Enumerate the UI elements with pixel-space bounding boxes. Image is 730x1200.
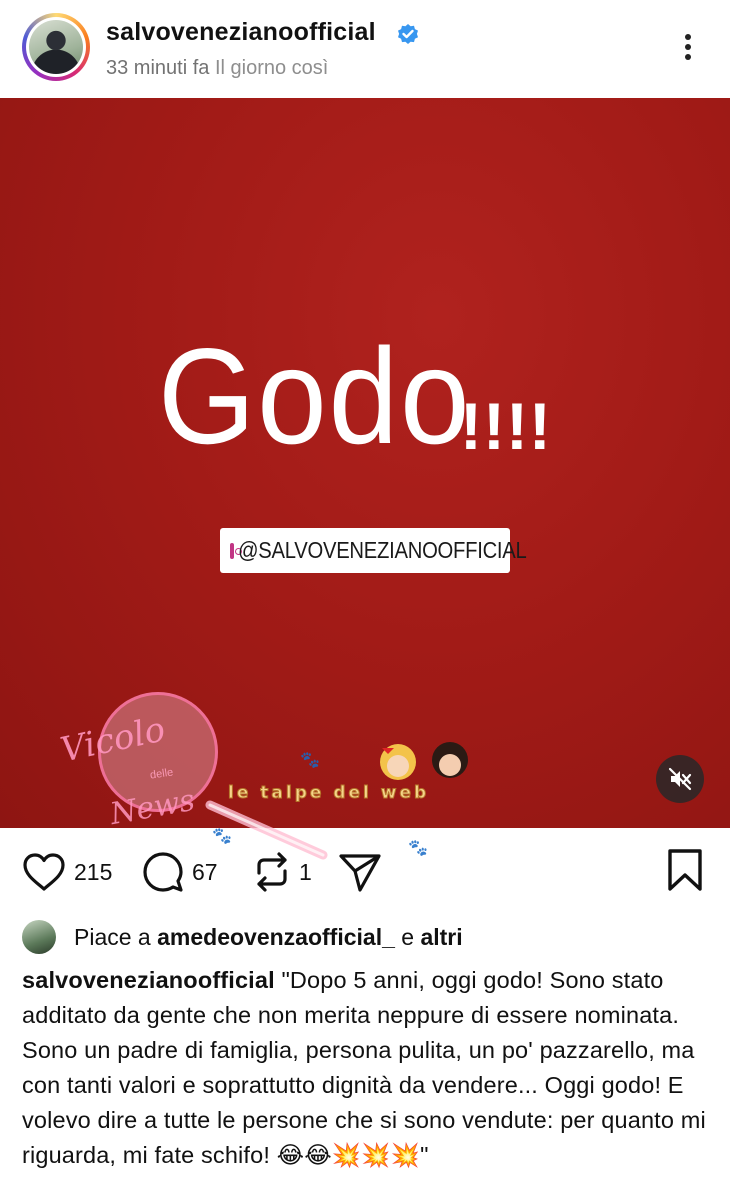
caption-author[interactable]: salvovenezianoofficial xyxy=(22,967,275,993)
repost-icon xyxy=(257,852,287,892)
more-options-icon[interactable] xyxy=(670,30,706,70)
bookmark-icon xyxy=(668,849,702,891)
verified-badge-icon xyxy=(398,24,418,44)
liker-username[interactable]: amedeovenzaofficial_ xyxy=(157,924,395,950)
instagram-icon xyxy=(230,542,242,559)
user-tag-sticker[interactable]: @SALVOVENEZIANOOFFICIAL xyxy=(220,528,527,573)
save-button[interactable] xyxy=(666,848,704,897)
story-ring-avatar[interactable] xyxy=(22,13,90,81)
caption-text: "Dopo 5 anni, oggi godo! Sono stato addi… xyxy=(22,967,706,1168)
speaker-muted-icon xyxy=(668,767,692,791)
share-button[interactable] xyxy=(338,850,382,894)
likes-summary-text: Piace a amedeovenzaofficial_ e altri xyxy=(74,924,463,951)
post-subtitle: 33 minuti fa Il giorno così xyxy=(106,57,328,80)
watermark-cartoon-faces-icon xyxy=(380,742,468,780)
post-actions-bar: 215 67 1 xyxy=(0,828,730,908)
liker-avatar xyxy=(22,920,56,954)
post-exclamations-text: !!!! xyxy=(460,389,552,463)
user-tag-text: @SALVOVENEZIANOOFFICIAL xyxy=(238,537,527,563)
username[interactable]: salvovenezianoofficial xyxy=(106,18,376,47)
likes-prefix: Piace a xyxy=(74,923,151,950)
post-header: salvovenezianoofficial 33 minuti fa Il g… xyxy=(0,0,730,98)
post-headline-text: Godo xyxy=(158,320,472,472)
heart-icon xyxy=(23,853,65,891)
comment-button[interactable]: 67 xyxy=(142,850,218,894)
repost-button[interactable]: 1 xyxy=(253,850,312,894)
comment-bubble-icon xyxy=(143,852,183,892)
comment-count[interactable]: 67 xyxy=(192,859,218,886)
likes-connector: e xyxy=(401,923,415,950)
likes-summary[interactable]: Piace a amedeovenzaofficial_ e altri xyxy=(22,918,712,956)
like-button[interactable]: 215 xyxy=(22,850,112,894)
post-timestamp: 33 minuti fa xyxy=(106,57,210,79)
paw-icon: 🐾 xyxy=(300,752,320,769)
likes-others-link[interactable]: altri xyxy=(420,924,462,950)
mute-toggle-button[interactable] xyxy=(656,755,704,803)
post-caption: salvovenezianoofficial "Dopo 5 anni, ogg… xyxy=(22,963,712,1173)
avatar xyxy=(29,20,83,74)
repost-count[interactable]: 1 xyxy=(299,859,312,886)
post-caption-preview: Il giorno così xyxy=(214,57,329,79)
send-paper-plane-icon xyxy=(339,854,381,892)
like-count[interactable]: 215 xyxy=(74,859,112,886)
